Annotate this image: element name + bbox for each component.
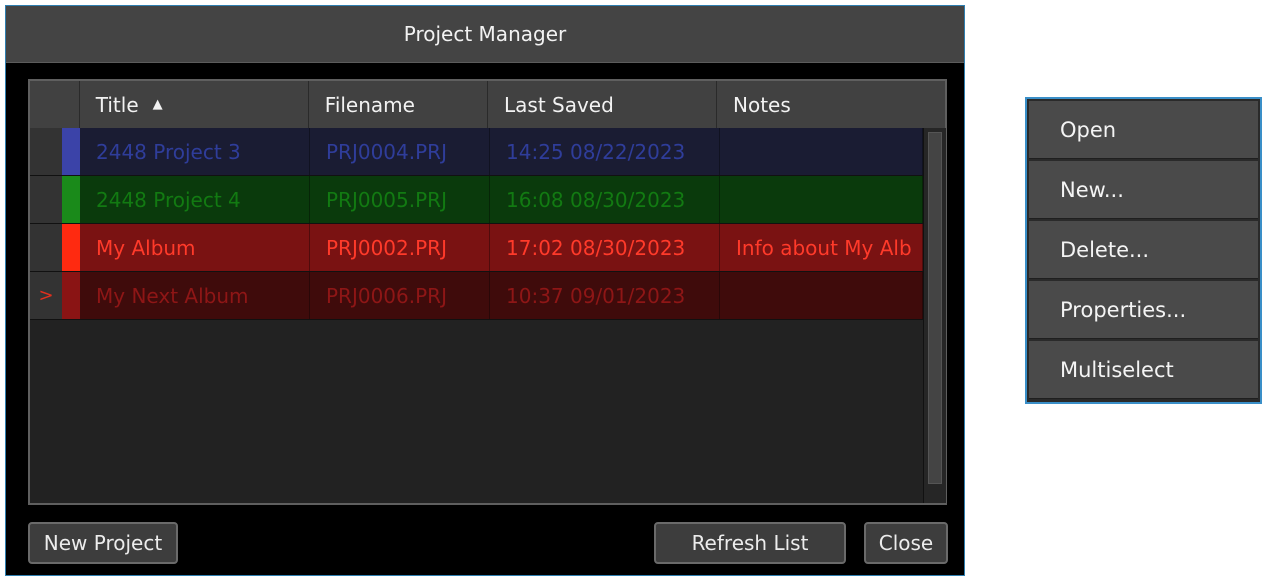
row-indicator [30, 224, 62, 271]
window-title: Project Manager [6, 6, 964, 63]
sort-ascending-icon: ▲ [152, 97, 163, 112]
project-table: Title ▲ Filename Last Saved Notes 2448 P… [28, 79, 947, 505]
cell-filename[interactable]: PRJ0005.PRJ [310, 176, 490, 223]
close-button[interactable]: Close [864, 522, 948, 564]
table-header: Title ▲ Filename Last Saved Notes [30, 81, 945, 128]
cell-filename[interactable]: PRJ0002.PRJ [310, 224, 490, 271]
menu-item-delete[interactable]: Delete... [1029, 221, 1258, 279]
table-row[interactable]: My Album PRJ0002.PRJ 17:02 08/30/2023 In… [30, 224, 923, 272]
table-row[interactable]: > My Next Album PRJ0006.PRJ 10:37 09/01/… [30, 272, 923, 320]
header-last-saved[interactable]: Last Saved [488, 81, 717, 128]
color-tag [62, 272, 80, 319]
header-notes[interactable]: Notes [717, 81, 945, 128]
refresh-list-button[interactable]: Refresh List [654, 522, 846, 564]
row-indicator [30, 128, 62, 175]
scrollbar-thumb[interactable] [928, 132, 942, 484]
cell-title[interactable]: My Album [80, 224, 310, 271]
cell-last-saved[interactable]: 14:25 08/22/2023 [490, 128, 720, 175]
vertical-scrollbar[interactable] [923, 128, 946, 503]
menu-item-new[interactable]: New... [1029, 161, 1258, 219]
cell-notes[interactable] [720, 272, 923, 319]
cell-title[interactable]: 2448 Project 3 [80, 128, 310, 175]
cell-last-saved[interactable]: 10:37 09/01/2023 [490, 272, 720, 319]
menu-item-multiselect[interactable]: Multiselect [1029, 341, 1258, 399]
project-manager-window: Project Manager Title ▲ Filename Last Sa… [5, 5, 965, 576]
cell-filename[interactable]: PRJ0006.PRJ [310, 272, 490, 319]
cell-notes[interactable]: Info about My Alb [720, 224, 923, 271]
header-select-column[interactable] [30, 81, 80, 128]
cell-notes[interactable] [720, 176, 923, 223]
cell-title[interactable]: 2448 Project 4 [80, 176, 310, 223]
row-indicator: > [30, 272, 62, 319]
header-title[interactable]: Title ▲ [79, 81, 309, 128]
new-project-button[interactable]: New Project [28, 522, 178, 564]
table-row[interactable]: 2448 Project 3 PRJ0004.PRJ 14:25 08/22/2… [30, 128, 923, 176]
row-indicator [30, 176, 62, 223]
cell-last-saved[interactable]: 17:02 08/30/2023 [490, 224, 720, 271]
cell-last-saved[interactable]: 16:08 08/30/2023 [490, 176, 720, 223]
cell-filename[interactable]: PRJ0004.PRJ [310, 128, 490, 175]
table-row[interactable]: 2448 Project 4 PRJ0005.PRJ 16:08 08/30/2… [30, 176, 923, 224]
table-body: 2448 Project 3 PRJ0004.PRJ 14:25 08/22/2… [30, 128, 923, 320]
color-tag [62, 224, 80, 271]
color-tag [62, 176, 80, 223]
color-tag [62, 128, 80, 175]
context-menu: Open New... Delete... Properties... Mult… [1025, 97, 1262, 404]
header-filename[interactable]: Filename [308, 81, 488, 128]
header-title-label: Title [95, 92, 139, 117]
cell-title[interactable]: My Next Album [80, 272, 310, 319]
menu-item-open[interactable]: Open [1029, 101, 1258, 159]
cell-notes[interactable] [720, 128, 923, 175]
menu-item-properties[interactable]: Properties... [1029, 281, 1258, 339]
